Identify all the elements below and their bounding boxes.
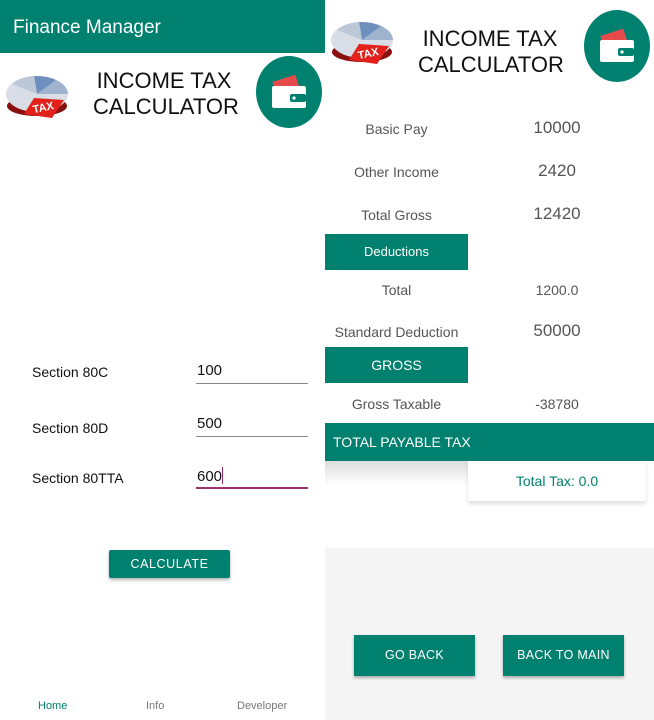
section-80d-input[interactable]: 500 — [196, 415, 308, 437]
deductions-header: Deductions — [325, 234, 468, 270]
calculator-result-screen: TAX INCOME TAX CALCULATOR Basic Pay 1000… — [325, 0, 654, 720]
button-area — [325, 548, 654, 720]
gross-taxable-label: Gross Taxable — [351, 396, 442, 412]
gross-taxable-value: -38780 — [535, 396, 579, 412]
page-title-line2: CALCULATOR — [93, 94, 239, 119]
calculate-button[interactable]: CALCULATE — [109, 550, 230, 578]
nav-developer[interactable]: Developer — [237, 700, 287, 712]
standard-deduction-label: Standard Deduction — [334, 324, 459, 340]
section-80tta-value: 600 — [197, 468, 223, 485]
page-title-line1: INCOME TAX — [422, 26, 558, 51]
back-to-main-button[interactable]: BACK TO MAIN — [503, 635, 624, 676]
nav-info[interactable]: Info — [146, 700, 164, 712]
total-gross-value: 12420 — [533, 204, 581, 223]
basic-pay-label: Basic Pay — [365, 121, 428, 137]
wallet-icon — [256, 56, 322, 128]
shadow — [325, 461, 468, 485]
go-back-button[interactable]: GO BACK — [354, 635, 475, 676]
page-title: INCOME TAX CALCULATOR — [418, 26, 564, 78]
total-deductions-label: Total — [381, 282, 412, 298]
app-bar: Finance Manager — [0, 0, 325, 53]
standard-deduction-value: 50000 — [533, 321, 581, 340]
gross-header: GROSS — [325, 347, 468, 383]
app-title: Finance Manager — [13, 17, 161, 38]
tax-pie-logo-icon: TAX — [331, 21, 393, 64]
section-80tta-label: Section 80TTA — [32, 470, 124, 486]
page-title: INCOME TAX CALCULATOR — [93, 68, 239, 120]
total-tax-result: Total Tax: 0.0 — [468, 461, 646, 501]
other-income-value: 2420 — [538, 161, 576, 180]
text-cursor — [222, 467, 224, 484]
basic-pay-value: 10000 — [533, 118, 581, 137]
page-title-line2: CALCULATOR — [418, 52, 564, 77]
calculator-input-screen: Finance Manager TAX INCOME TAX CALCULATO… — [0, 0, 325, 720]
section-80c-input[interactable]: 100 — [196, 362, 308, 384]
total-payable-tax-header: TOTAL PAYABLE TAX — [325, 423, 654, 461]
nav-home[interactable]: Home — [38, 700, 67, 712]
section-80d-label: Section 80D — [32, 420, 109, 436]
other-income-label: Other Income — [354, 164, 439, 180]
section-80d-value: 500 — [197, 415, 223, 432]
tax-pie-logo-icon: TAX — [6, 75, 68, 118]
wallet-icon — [584, 10, 650, 82]
section-80c-value: 100 — [197, 362, 223, 379]
total-gross-label: Total Gross — [361, 207, 432, 223]
total-deductions-value: 1200.0 — [535, 282, 579, 298]
bottom-navigation: Home Info Developer — [0, 700, 325, 720]
page-title-line1: INCOME TAX — [96, 68, 232, 93]
section-80tta-input[interactable]: 600 — [196, 467, 308, 489]
section-80c-label: Section 80C — [32, 364, 109, 380]
